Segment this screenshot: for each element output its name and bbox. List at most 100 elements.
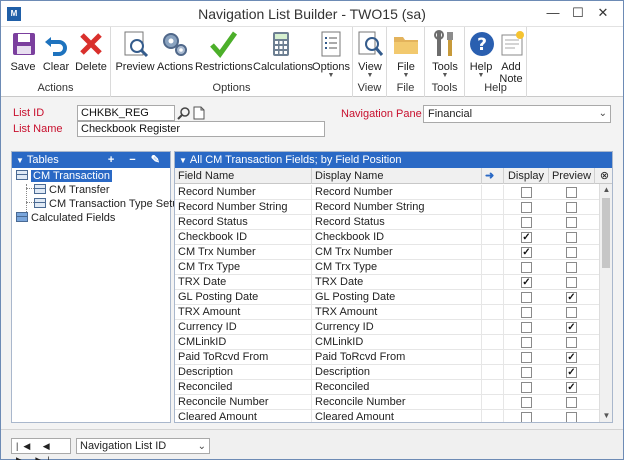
- preview-checkbox[interactable]: [566, 307, 577, 318]
- display-name-cell[interactable]: CM Trx Number: [312, 245, 482, 260]
- display-name-cell[interactable]: TRX Amount: [312, 305, 482, 320]
- display-name-cell[interactable]: Description: [312, 365, 482, 380]
- delete-button[interactable]: Delete: [75, 29, 107, 79]
- display-name-cell[interactable]: CM Trx Type: [312, 260, 482, 275]
- display-name-cell[interactable]: Paid ToRcvd From: [312, 350, 482, 365]
- add-note-button[interactable]: Add Note: [497, 29, 525, 85]
- preview-checkbox[interactable]: [566, 247, 577, 258]
- preview-checkbox[interactable]: ✓: [566, 322, 577, 333]
- tree-item-cm-transfer[interactable]: CM Transfer: [34, 183, 110, 197]
- actions-button[interactable]: Actions: [157, 29, 193, 79]
- display-checkbox[interactable]: [521, 382, 532, 393]
- display-name-cell[interactable]: Record Status: [312, 215, 482, 230]
- table-row[interactable]: Paid ToRcvd From Paid ToRcvd From ✓: [175, 350, 600, 365]
- display-checkbox[interactable]: ✓: [521, 247, 532, 258]
- tree-item-calculated-fields[interactable]: Calculated Fields: [16, 211, 115, 225]
- collapse-icon[interactable]: ▼: [179, 156, 187, 165]
- preview-checkbox[interactable]: ✓: [566, 382, 577, 393]
- preview-checkbox[interactable]: ✓: [566, 367, 577, 378]
- display-checkbox[interactable]: [521, 217, 532, 228]
- tree-item-cm-transaction[interactable]: CM Transaction: [16, 169, 113, 183]
- table-row[interactable]: TRX Amount TRX Amount: [175, 305, 600, 320]
- display-checkbox[interactable]: [521, 292, 532, 303]
- sort-order-select[interactable]: Navigation List ID ⌄: [76, 438, 210, 454]
- display-checkbox[interactable]: [521, 202, 532, 213]
- table-row[interactable]: Cleared Amount Cleared Amount: [175, 410, 600, 422]
- scroll-down-icon[interactable]: ▼: [600, 410, 612, 422]
- collapse-icon[interactable]: ▼: [16, 156, 24, 165]
- preview-checkbox[interactable]: ✓: [566, 292, 577, 303]
- clear-button[interactable]: Clear: [41, 29, 71, 79]
- table-row[interactable]: TRX Date TRX Date ✓: [175, 275, 600, 290]
- list-id-field[interactable]: CHKBK_REG: [77, 105, 175, 121]
- display-name-cell[interactable]: Record Number String: [312, 200, 482, 215]
- column-header-preview[interactable]: Preview: [549, 168, 595, 184]
- preview-checkbox[interactable]: ✓: [566, 352, 577, 363]
- display-name-cell[interactable]: Checkbook ID: [312, 230, 482, 245]
- preview-checkbox[interactable]: [566, 202, 577, 213]
- collapse-up-icon[interactable]: ⊗: [595, 168, 612, 184]
- table-row[interactable]: CM Trx Type CM Trx Type: [175, 260, 600, 275]
- table-row[interactable]: Reconciled Reconciled ✓: [175, 380, 600, 395]
- table-row[interactable]: CMLinkID CMLinkID: [175, 335, 600, 350]
- list-name-field[interactable]: Checkbook Register: [77, 121, 325, 137]
- display-name-cell[interactable]: Cleared Amount: [312, 410, 482, 422]
- display-name-cell[interactable]: Reconcile Number: [312, 395, 482, 410]
- tree-item-cm-transaction-type-setup[interactable]: CM Transaction Type Setup: [34, 197, 185, 211]
- navigation-pane-select[interactable]: Financial ⌄: [423, 105, 611, 123]
- arrow-right-icon[interactable]: ➜: [482, 168, 504, 184]
- display-checkbox[interactable]: ✓: [521, 232, 532, 243]
- preview-checkbox[interactable]: [566, 337, 577, 348]
- preview-checkbox[interactable]: [566, 232, 577, 243]
- lookup-magnifier-icon[interactable]: [177, 106, 191, 120]
- table-row[interactable]: Record Number Record Number: [175, 185, 600, 200]
- file-button[interactable]: File ▼: [391, 29, 421, 79]
- display-checkbox[interactable]: [521, 262, 532, 273]
- display-checkbox[interactable]: [521, 337, 532, 348]
- column-header-display[interactable]: Display: [504, 168, 549, 184]
- close-icon[interactable]: ✕: [591, 5, 615, 23]
- table-row[interactable]: Reconcile Number Reconcile Number: [175, 395, 600, 410]
- display-checkbox[interactable]: [521, 367, 532, 378]
- table-row[interactable]: Checkbook ID Checkbook ID ✓: [175, 230, 600, 245]
- display-name-cell[interactable]: Currency ID: [312, 320, 482, 335]
- preview-checkbox[interactable]: [566, 412, 577, 422]
- display-checkbox[interactable]: [521, 352, 532, 363]
- table-row[interactable]: CM Trx Number CM Trx Number ✓: [175, 245, 600, 260]
- view-button[interactable]: View ▼: [355, 29, 385, 79]
- display-checkbox[interactable]: [521, 322, 532, 333]
- record-navigation-buttons[interactable]: |◀ ◀ ▶ ▶|: [11, 438, 71, 460]
- scroll-up-icon[interactable]: ▲: [600, 184, 612, 196]
- display-checkbox[interactable]: [521, 397, 532, 408]
- preview-checkbox[interactable]: [566, 262, 577, 273]
- calculations-button[interactable]: Calculations: [253, 29, 313, 79]
- options-button[interactable]: Options ▼: [311, 29, 351, 79]
- display-name-cell[interactable]: Record Number: [312, 185, 482, 200]
- table-row[interactable]: Record Number String Record Number String: [175, 200, 600, 215]
- vertical-scrollbar[interactable]: ▲ ▼: [599, 184, 612, 422]
- preview-checkbox[interactable]: [566, 397, 577, 408]
- scrollbar-thumb[interactable]: [602, 198, 610, 268]
- minimize-icon[interactable]: —: [541, 5, 565, 23]
- maximize-icon[interactable]: ☐: [566, 5, 590, 23]
- column-header-display-name[interactable]: Display Name: [312, 168, 482, 184]
- table-row[interactable]: Description Description ✓: [175, 365, 600, 380]
- new-document-icon[interactable]: [192, 106, 206, 120]
- display-checkbox[interactable]: [521, 307, 532, 318]
- display-checkbox[interactable]: [521, 187, 532, 198]
- column-header-field-name[interactable]: Field Name: [175, 168, 312, 184]
- preview-checkbox[interactable]: [566, 217, 577, 228]
- restrictions-button[interactable]: Restrictions: [195, 29, 252, 79]
- table-row[interactable]: GL Posting Date GL Posting Date ✓: [175, 290, 600, 305]
- tables-toolbar[interactable]: + − ✎: [108, 152, 166, 168]
- display-checkbox[interactable]: [521, 412, 532, 422]
- save-button[interactable]: Save: [9, 29, 37, 79]
- display-name-cell[interactable]: Reconciled: [312, 380, 482, 395]
- tools-button[interactable]: Tools ▼: [429, 29, 461, 79]
- display-name-cell[interactable]: GL Posting Date: [312, 290, 482, 305]
- display-checkbox[interactable]: ✓: [521, 277, 532, 288]
- display-name-cell[interactable]: TRX Date: [312, 275, 482, 290]
- display-name-cell[interactable]: CMLinkID: [312, 335, 482, 350]
- help-button[interactable]: ? Help ▼: [467, 29, 495, 79]
- table-row[interactable]: Currency ID Currency ID ✓: [175, 320, 600, 335]
